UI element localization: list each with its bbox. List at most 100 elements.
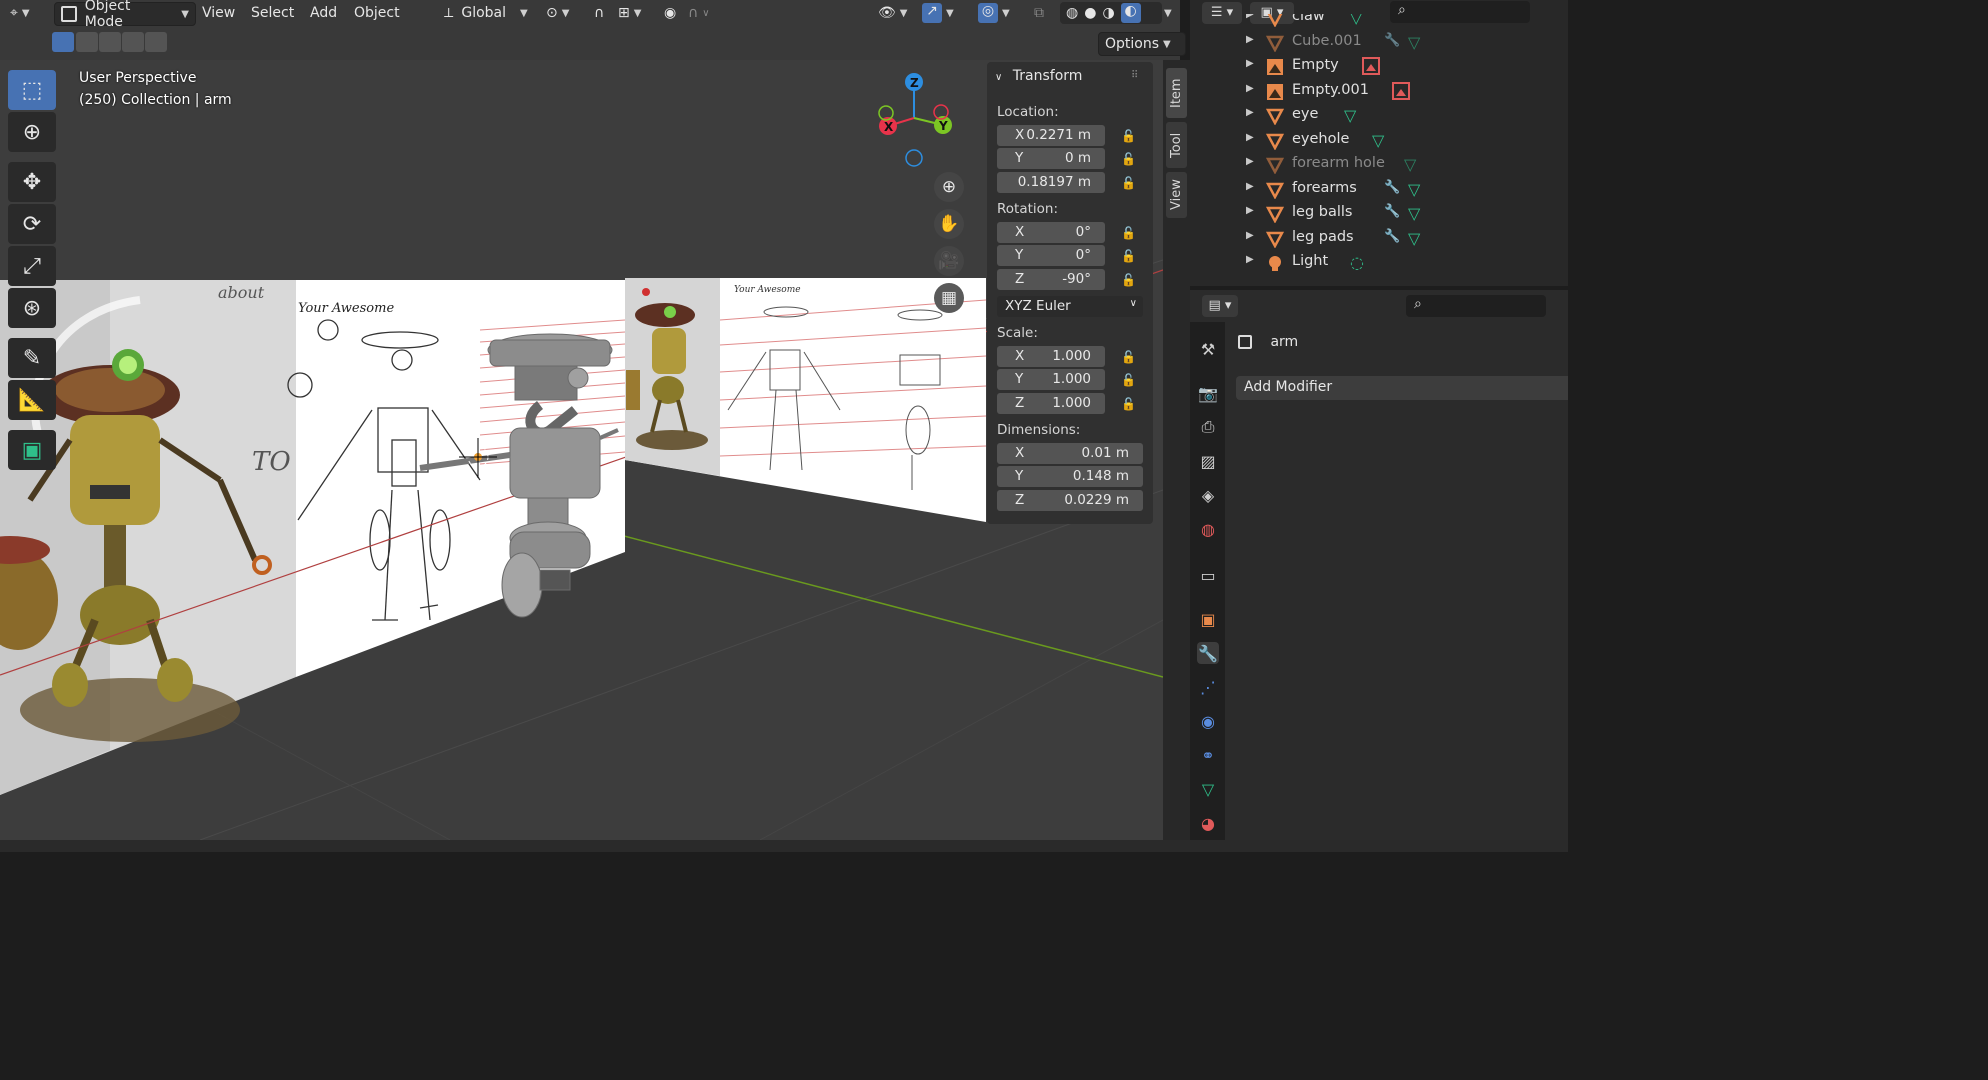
modifier-icon[interactable]: 🔧 (1384, 229, 1400, 244)
expand-arrow-icon[interactable]: ▶ (1246, 230, 1254, 241)
lock-icon[interactable]: 🔓 (1121, 226, 1136, 240)
modifier-icon[interactable]: 🔧 (1384, 204, 1400, 219)
modifier-icon[interactable]: 🔧 (1384, 180, 1400, 195)
add-modifier-button[interactable]: Add Modifier (1236, 376, 1568, 400)
tool-tab[interactable]: ⚒ (1197, 338, 1219, 360)
collection-tab[interactable]: ▭ (1197, 564, 1219, 586)
lock-icon[interactable]: 🔓 (1121, 373, 1136, 387)
menu-view[interactable]: View (202, 2, 235, 24)
gizmo-toggle[interactable]: ↗ ▼ (916, 2, 960, 24)
location-y-field[interactable]: Y0 m (997, 148, 1105, 169)
constraints-tab[interactable]: ⚭ (1197, 744, 1219, 766)
outliner-item-name[interactable]: Light (1292, 253, 1328, 269)
visibility-button[interactable]: 👁 ▼ (872, 2, 913, 24)
rotation-mode-select[interactable]: XYZ Euler ∨ (997, 296, 1143, 317)
image-data-icon[interactable] (1362, 57, 1380, 79)
outliner-item-name[interactable]: claw (1292, 14, 1325, 24)
tab-tool[interactable]: Tool (1166, 122, 1187, 168)
rotate-tool[interactable]: ⟳ (8, 204, 56, 244)
editor-type-button[interactable]: ⌖ ▼ (4, 2, 36, 24)
material-tab[interactable]: ◕ (1197, 812, 1219, 834)
outliner-item-name[interactable]: Empty (1292, 57, 1339, 73)
expand-arrow-icon[interactable]: ▶ (1246, 14, 1254, 20)
proportional-edit-toggle[interactable]: ◉ (658, 2, 682, 24)
options-button[interactable]: Options ▼ (1098, 32, 1186, 56)
add-cube-tool[interactable]: ▣ (8, 430, 56, 470)
falloff-button[interactable]: ∩ ∨ (682, 2, 716, 24)
lock-icon[interactable]: 🔓 (1121, 397, 1136, 411)
mesh-data-icon[interactable]: ▽ (1408, 204, 1420, 223)
properties-editor-type[interactable]: ▤ ▾ (1202, 295, 1238, 317)
scale-z-field[interactable]: Z 1.000 (997, 393, 1105, 414)
expand-arrow-icon[interactable]: ▶ (1246, 107, 1254, 118)
lock-icon[interactable]: 🔓 (1121, 176, 1136, 190)
xray-toggle[interactable]: ⧉ (1028, 2, 1050, 24)
scene-tab[interactable]: ◈ (1197, 484, 1219, 506)
outliner-item-name[interactable]: leg balls (1292, 204, 1352, 220)
overlay-toggle[interactable]: ◎ ▼ (972, 2, 1016, 24)
outliner-row[interactable]: ▶ forearms 🔧 ▽ (1190, 178, 1568, 202)
image-data-icon[interactable] (1392, 81, 1410, 104)
outliner-item-name[interactable]: leg pads (1292, 229, 1354, 245)
outliner-row[interactable]: ▶ claw ▽ (1190, 14, 1568, 30)
mesh-data-icon[interactable]: ▽ (1408, 180, 1420, 199)
select-invert-mode[interactable] (122, 32, 144, 52)
pan-button[interactable]: ✋ (934, 209, 964, 239)
outliner-row[interactable]: ▶ Cube.001 🔧 ▽ (1190, 31, 1568, 55)
mesh-data-icon[interactable]: ▽ (1344, 106, 1356, 125)
outliner-row[interactable]: ▶ Light ◌ (1190, 251, 1568, 275)
outliner-item-name[interactable]: eye (1292, 106, 1318, 122)
lock-icon[interactable]: 🔓 (1121, 273, 1136, 287)
wireframe-shading-icon[interactable]: ◍ (1066, 5, 1078, 21)
rotation-z-field[interactable]: Z -90° (997, 269, 1105, 290)
snap-target-button[interactable]: ⊞ ▼ (612, 2, 647, 24)
outliner-row[interactable]: ▶ Empty.001 (1190, 80, 1568, 104)
render-tab[interactable]: 📷 (1197, 382, 1219, 404)
lock-icon[interactable]: 🔓 (1121, 350, 1136, 364)
view-layer-tab[interactable]: ▨ (1197, 450, 1219, 472)
rotation-y-field[interactable]: Y 0° (997, 245, 1105, 266)
modifier-icon[interactable]: 🔧 (1384, 33, 1400, 48)
outliner-item-name[interactable]: forearms (1292, 180, 1357, 196)
mode-select[interactable]: Object Mode ▼ (54, 0, 196, 30)
location-z-field[interactable]: 0.18197 m (997, 172, 1105, 193)
light-data-icon[interactable]: ◌ (1350, 253, 1364, 272)
outliner-item-name[interactable]: forearm hole (1292, 155, 1385, 171)
transform-header[interactable]: ∨ Transform (995, 68, 1082, 84)
camera-view-button[interactable]: 🎥 (934, 246, 964, 276)
expand-arrow-icon[interactable]: ▶ (1246, 181, 1254, 192)
outliner-row[interactable]: ▶ leg pads 🔧 ▽ (1190, 227, 1568, 251)
drag-handle-icon[interactable]: ⠿ (1131, 70, 1138, 81)
transform-orientation-select[interactable]: ⟂ Global ▼ (438, 2, 534, 24)
properties-search-input[interactable]: ⌕ (1406, 295, 1546, 317)
expand-arrow-icon[interactable]: ▶ (1246, 58, 1254, 69)
select-box-tool[interactable]: ⬚ (8, 70, 56, 110)
outliner-row[interactable]: ▶ eye ▽ (1190, 104, 1568, 128)
data-tab[interactable]: ▽ (1197, 778, 1219, 800)
mesh-data-icon[interactable]: ▽ (1404, 155, 1416, 174)
scale-y-field[interactable]: Y 1.000 (997, 369, 1105, 390)
outliner-item-name[interactable]: Empty.001 (1292, 82, 1369, 98)
output-tab[interactable]: ⎙ (1197, 416, 1219, 438)
outliner-row[interactable]: ▶ leg balls 🔧 ▽ (1190, 202, 1568, 226)
material-shading-icon[interactable]: ◑ (1102, 5, 1114, 21)
tab-view[interactable]: View (1166, 172, 1187, 218)
cursor-tool[interactable]: ⊕ (8, 112, 56, 152)
location-x-field[interactable]: X 0.2271 m (997, 125, 1105, 146)
mesh-data-icon[interactable]: ▽ (1408, 229, 1420, 248)
outliner-row[interactable]: ▶ Empty (1190, 55, 1568, 79)
select-subtract-mode[interactable] (99, 32, 121, 52)
outliner-item-name[interactable]: Cube.001 (1292, 33, 1362, 49)
perspective-toggle[interactable]: ▦ (934, 283, 964, 313)
modifier-tab[interactable]: 🔧 (1197, 642, 1219, 664)
expand-arrow-icon[interactable]: ▶ (1246, 254, 1254, 265)
annotate-tool[interactable]: ✎ (8, 338, 56, 378)
navigation-gizmo[interactable]: Z X Y (870, 70, 960, 170)
dimensions-z-field[interactable]: Z 0.0229 m (997, 490, 1143, 511)
outliner-row[interactable]: ▶ eyehole ▽ (1190, 129, 1568, 153)
menu-add[interactable]: Add (310, 2, 337, 24)
shading-options-button[interactable]: ▼ (1154, 2, 1178, 24)
expand-arrow-icon[interactable]: ▶ (1246, 156, 1254, 167)
menu-object[interactable]: Object (354, 2, 400, 24)
menu-select[interactable]: Select (251, 2, 294, 24)
